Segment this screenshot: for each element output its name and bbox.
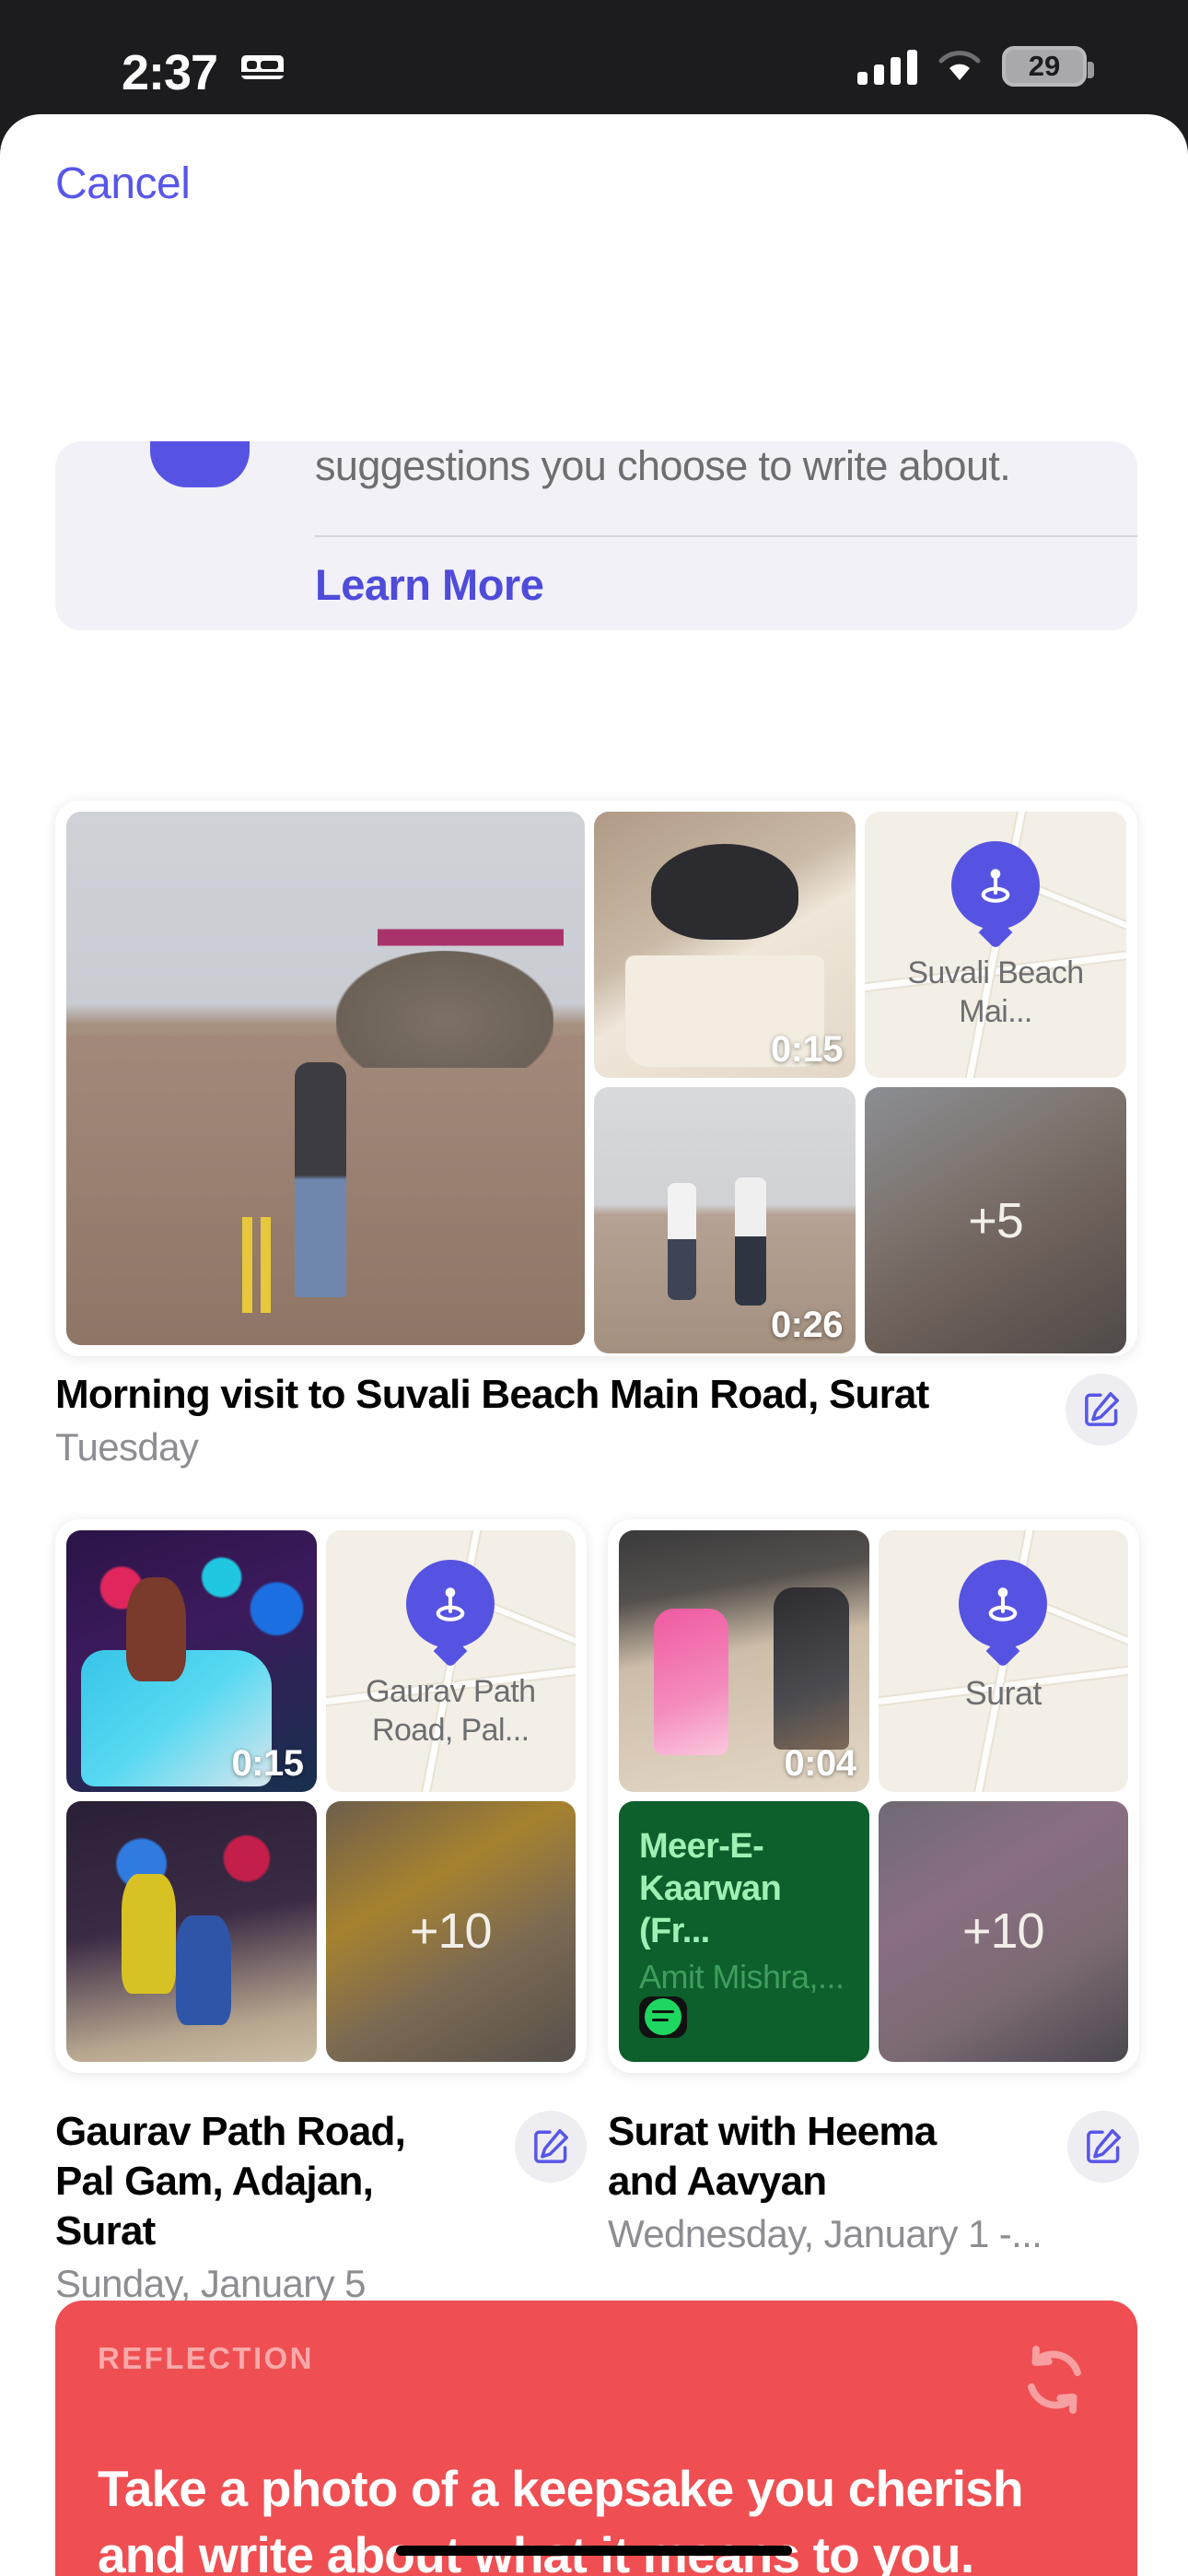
compose-icon[interactable] — [1067, 2111, 1139, 2183]
memory-video-tile[interactable]: 0:15 — [594, 812, 856, 1078]
refresh-icon[interactable] — [1016, 2341, 1093, 2418]
video-duration: 0:04 — [784, 1742, 856, 1784]
learn-more-link[interactable]: Learn More — [315, 559, 544, 610]
memory-more-tile[interactable]: +5 — [865, 1087, 1126, 1353]
memory-title: Gaurav Path Road, Pal Gam, Adajan, Surat — [55, 2109, 406, 2254]
wifi-icon — [938, 51, 981, 80]
status-bar-time: 2:37 — [122, 45, 218, 100]
compose-icon[interactable] — [515, 2111, 587, 2183]
memory-caption: Gaurav Path Road, Pal Gam, Adajan, Surat… — [55, 2107, 587, 2306]
info-banner-text: suggestions you choose to write about. — [315, 442, 1011, 489]
sparkle-icon — [150, 441, 250, 487]
battery-indicator: 29 — [1002, 46, 1094, 87]
map-location-label: Surat — [964, 1674, 1042, 1712]
memory-video-tile[interactable]: 0:15 — [66, 1530, 317, 1792]
memory-map-tile[interactable]: Surat — [878, 1530, 1128, 1792]
reflection-prompt: Take a photo of a keepsake you cherish a… — [98, 2460, 1024, 2576]
memory-caption: Morning visit to Suvali Beach Main Road,… — [55, 1370, 1137, 1469]
signal-bars-icon — [857, 48, 917, 85]
more-count: +10 — [961, 1903, 1045, 1960]
music-track-title: Meer-E-Kaarwan (Fr... — [639, 1826, 782, 1950]
memory-photo-tile[interactable] — [66, 1800, 317, 2062]
memory-music-tile[interactable]: Meer-E-Kaarwan (Fr... Amit Mishra,... — [619, 1800, 869, 2062]
bed-icon — [241, 52, 284, 88]
map-location-label: Suvali Beach Mai... — [907, 955, 1084, 1029]
more-count: +10 — [409, 1903, 493, 1960]
spotify-icon — [639, 1996, 687, 2038]
info-banner: suggestions you choose to write about. L… — [55, 441, 1137, 630]
home-indicator[interactable] — [396, 2546, 792, 2556]
cancel-button[interactable]: Cancel — [55, 158, 191, 209]
memory-date: Wednesday, January 1 -... — [608, 2212, 1042, 2255]
memory-map-tile[interactable]: Suvali Beach Mai... — [865, 812, 1126, 1078]
compose-icon[interactable] — [1066, 1374, 1137, 1446]
memories-sheet: Cancel suggestions you choose to write a… — [0, 114, 1188, 2576]
memory-title: Surat with Heema and Aavyan — [608, 2109, 937, 2204]
location-pin-icon — [959, 1560, 1048, 1648]
memory-caption: Surat with Heema and Aavyan Wednesday, J… — [608, 2107, 1139, 2256]
memory-video-tile[interactable]: 0:26 — [594, 1087, 856, 1353]
sheet-navbar: Cancel — [0, 114, 1188, 229]
video-duration: 0:26 — [770, 1305, 844, 1345]
memory-date: Tuesday — [55, 1425, 199, 1469]
video-duration: 0:15 — [231, 1742, 304, 1784]
video-duration: 0:15 — [770, 1029, 844, 1070]
memory-more-tile[interactable]: +10 — [878, 1800, 1128, 2062]
location-pin-icon — [951, 841, 1040, 930]
memory-date: Sunday, January 5 — [55, 2262, 367, 2305]
memory-card[interactable]: 0:15 Suvali Beach Mai... 0:26 +5 — [55, 801, 1137, 1356]
divider — [315, 535, 1137, 537]
reflection-label: REFLECTION — [98, 2341, 314, 2375]
memory-card[interactable]: 0:04 Surat Meer-E-Kaarwan (Fr... Amit Mi… — [608, 1519, 1139, 2073]
memory-video-tile[interactable]: 0:04 — [619, 1530, 869, 1792]
map-location-label: Gaurav Path Road, Pal... — [366, 1674, 536, 1748]
status-bar-indicators: 29 — [857, 46, 1094, 87]
more-count: +5 — [968, 1192, 1024, 1248]
music-artist: Amit Mishra,... — [639, 1957, 844, 1996]
memory-more-tile[interactable]: +10 — [325, 1800, 576, 2062]
memory-title: Morning visit to Suvali Beach Main Road,… — [55, 1372, 929, 1417]
memory-hero-photo[interactable] — [66, 812, 585, 1345]
memory-map-tile[interactable]: Gaurav Path Road, Pal... — [325, 1530, 576, 1792]
location-pin-icon — [406, 1560, 495, 1648]
memory-card[interactable]: 0:15 Gaurav Path Road, Pal... +10 — [55, 1519, 587, 2073]
reflection-card[interactable]: REFLECTION Take a photo of a keepsake yo… — [55, 2301, 1137, 2576]
battery-level: 29 — [1028, 50, 1061, 82]
